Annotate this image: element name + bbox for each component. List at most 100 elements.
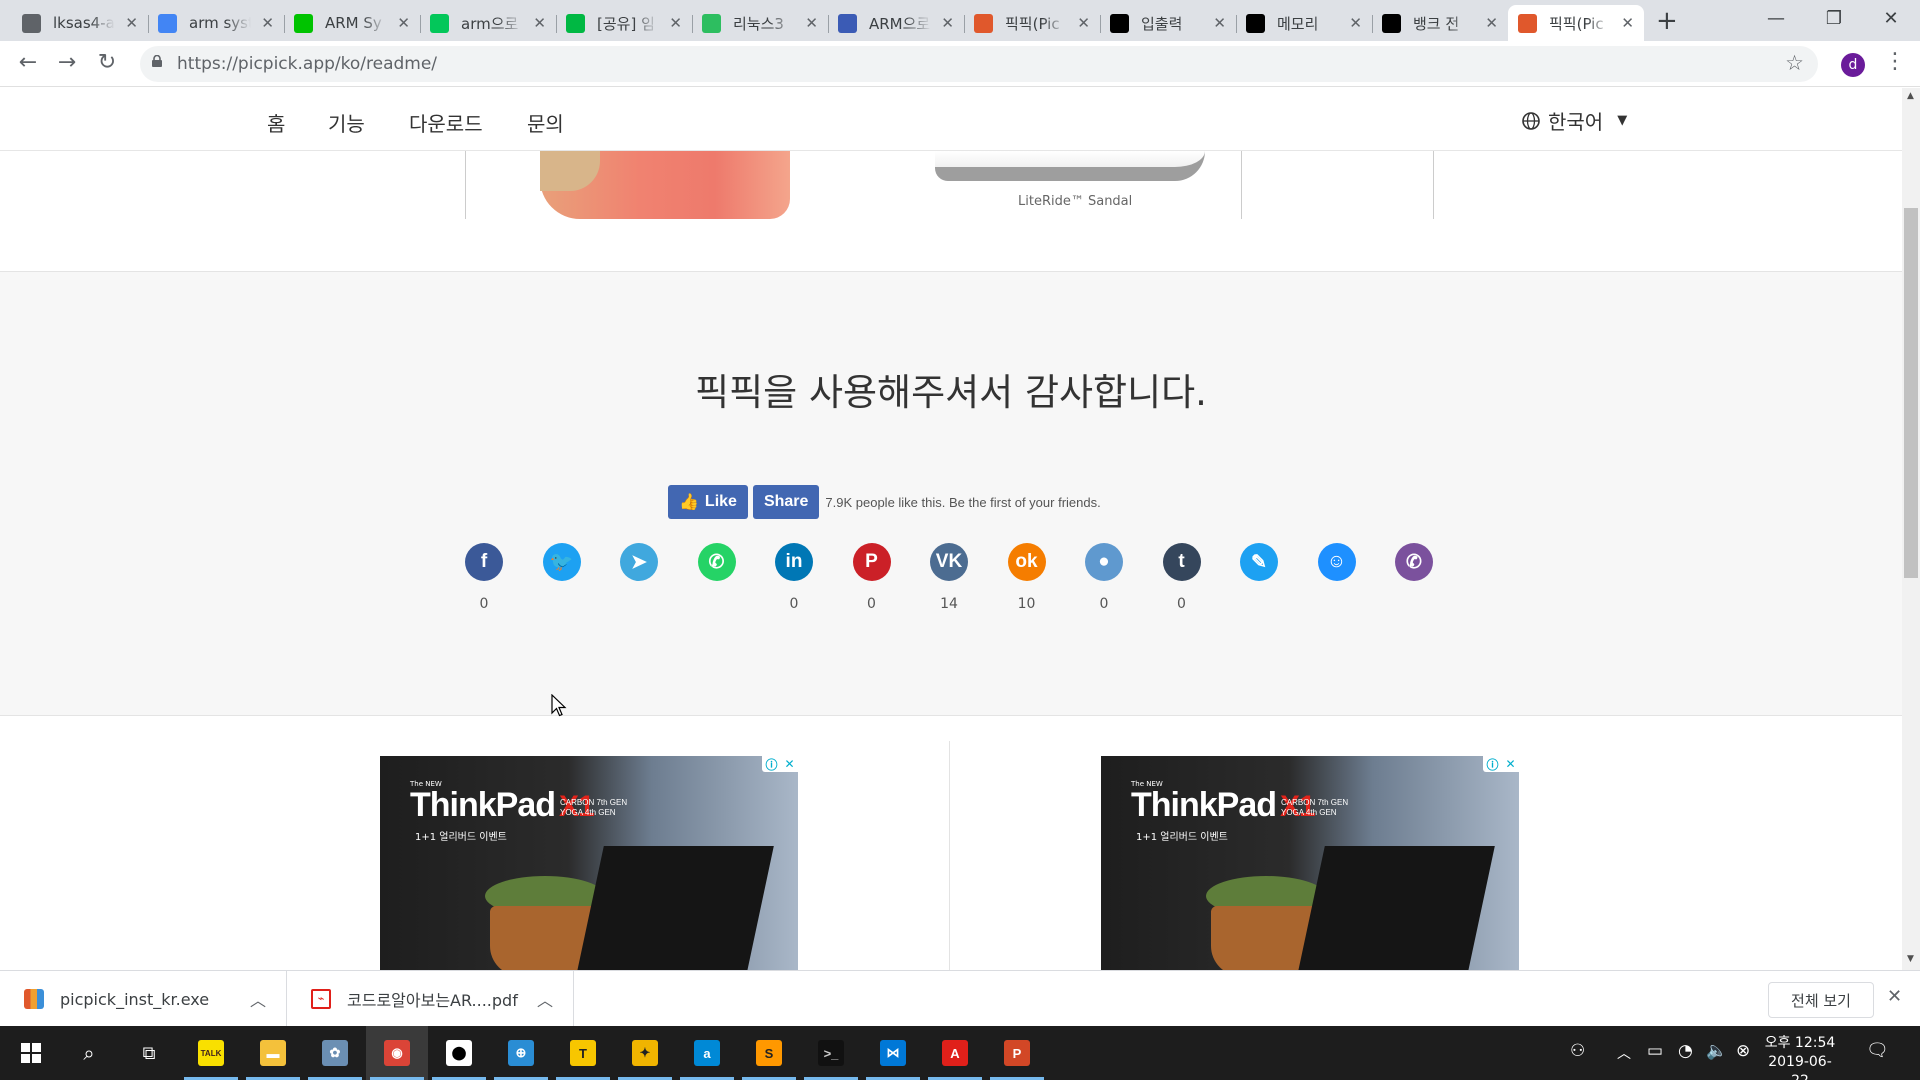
viber-share-icon[interactable]: ✆	[1395, 543, 1433, 581]
taskbar-paint[interactable]: ✿	[304, 1026, 366, 1080]
taskbar-powerpoint[interactable]: P	[986, 1026, 1048, 1080]
thinkpad-ad[interactable]: The NEW ThinkPad X1 CARBON 7th GEN YOGA 4…	[1101, 756, 1519, 970]
close-tab-icon[interactable]: ✕	[1077, 14, 1090, 32]
taskbar-azure-app[interactable]: a	[676, 1026, 738, 1080]
taskbar-text-editor[interactable]: T	[552, 1026, 614, 1080]
people-icon[interactable]: ⚇	[1570, 1041, 1585, 1061]
close-tab-icon[interactable]: ✕	[533, 14, 546, 32]
taskbar-sublime-text[interactable]: S	[738, 1026, 800, 1080]
ad-choices[interactable]: ⓘ ✕	[1483, 756, 1519, 772]
close-tab-icon[interactable]: ✕	[669, 14, 682, 32]
page-scrollbar[interactable]: ▲ ▼	[1902, 88, 1920, 970]
browser-tab[interactable]: lksas4-a ✕	[12, 5, 149, 41]
lock-icon[interactable]	[151, 55, 163, 67]
browser-tab[interactable]: ARM Sy ✕	[284, 5, 421, 41]
task-view-button[interactable]: ⧉	[118, 1026, 180, 1080]
show-all-downloads-button[interactable]: 전체 보기	[1768, 982, 1874, 1018]
browser-tab[interactable]: 뱅크 전 ✕	[1372, 5, 1508, 41]
input-method-icon[interactable]: ⊗	[1736, 1041, 1750, 1061]
thinkpad-ad[interactable]: The NEW ThinkPad X1 CARBON 7th GEN YOGA 4…	[380, 756, 798, 970]
url-text[interactable]: https://picpick.app/ko/readme/	[177, 54, 437, 74]
reddit-share-icon[interactable]: ●	[1085, 543, 1123, 581]
telegram-share-icon[interactable]: ➤	[620, 543, 658, 581]
system-clock[interactable]: 오후 12:54 2019-06-22	[1760, 1034, 1840, 1080]
browser-menu-icon[interactable]: ⋮	[1884, 49, 1906, 74]
start-button[interactable]	[0, 1026, 62, 1080]
pinterest-share-icon[interactable]: P	[852, 543, 891, 581]
nav-download[interactable]: 다운로드	[409, 108, 483, 137]
scroll-up-icon[interactable]: ▲	[1907, 91, 1914, 101]
taskbar-acrobat[interactable]: A	[924, 1026, 986, 1080]
close-tab-icon[interactable]: ✕	[941, 14, 954, 32]
taskbar-magnifier[interactable]: ⊕	[490, 1026, 552, 1080]
taskbar-github[interactable]: ⬤	[428, 1026, 490, 1080]
forward-button[interactable]: →	[53, 49, 81, 77]
taskbar-terminal[interactable]: >_	[800, 1026, 862, 1080]
twitter-share-icon[interactable]: 🐦	[542, 543, 581, 581]
download-item[interactable]: picpick_inst_kr.exe ︿	[0, 971, 287, 1027]
nav-features[interactable]: 기능	[328, 108, 365, 137]
taskbar-file-explorer[interactable]: ▬	[242, 1026, 304, 1080]
taskbar-vscode[interactable]: ⋈	[862, 1026, 924, 1080]
volume-icon[interactable]: 🔈	[1706, 1041, 1727, 1061]
close-tab-icon[interactable]: ✕	[805, 14, 818, 32]
ad-choices[interactable]: ⓘ ✕	[762, 756, 798, 772]
taskbar-kakaotalk[interactable]: TALK	[180, 1026, 242, 1080]
odnoklassniki-share-icon[interactable]: ok	[1007, 543, 1046, 581]
back-button[interactable]: ←	[14, 49, 42, 77]
close-tab-icon[interactable]: ✕	[261, 14, 274, 32]
address-bar[interactable]: https://picpick.app/ko/readme/ ☆	[140, 46, 1818, 82]
facebook-share-icon[interactable]: f	[465, 543, 503, 581]
nav-home[interactable]: 홈	[267, 108, 285, 137]
facebook-like-button[interactable]: 👍 Like	[668, 485, 748, 519]
browser-tab[interactable]: arm으로 ✕	[420, 5, 557, 41]
tumblr-share-icon[interactable]: t	[1162, 543, 1201, 581]
browser-tab[interactable]: 입출력 ✕	[1100, 5, 1237, 41]
profile-avatar[interactable]: d	[1841, 53, 1865, 77]
mailru-share-icon[interactable]: ☺	[1317, 543, 1356, 581]
facebook-share-button[interactable]: Share	[752, 485, 820, 519]
vk-share-icon[interactable]: VK	[930, 543, 968, 581]
linkedin-share-icon[interactable]: in	[775, 543, 813, 581]
close-tab-icon[interactable]: ✕	[1485, 14, 1498, 32]
notification-icon[interactable]: 🗨	[1866, 1040, 1889, 1061]
wifi-icon[interactable]: ◔	[1678, 1041, 1693, 1061]
whatsapp-share-icon[interactable]: ✆	[697, 543, 736, 581]
nav-contact[interactable]: 문의	[527, 108, 564, 137]
browser-tab[interactable]: arm syst ✕	[148, 5, 285, 41]
browser-tab[interactable]: 픽픽(Pic ✕	[1508, 5, 1644, 41]
scroll-thumb[interactable]	[1904, 208, 1918, 578]
battery-icon[interactable]: ▭	[1647, 1041, 1663, 1061]
close-window-button[interactable]: ✕	[1863, 4, 1919, 34]
close-tab-icon[interactable]: ✕	[1213, 14, 1226, 32]
browser-tab[interactable]: 리눅스3 ✕	[692, 5, 829, 41]
adchoices-icon[interactable]: ⓘ	[765, 756, 777, 773]
close-tab-icon[interactable]: ✕	[1349, 14, 1362, 32]
sandal-photo[interactable]	[935, 151, 1205, 181]
browser-tab[interactable]: [공유] 임 ✕	[556, 5, 693, 41]
bookmark-star-icon[interactable]: ☆	[1785, 51, 1804, 75]
close-tab-icon[interactable]: ✕	[1621, 14, 1634, 32]
scroll-down-icon[interactable]: ▼	[1907, 954, 1914, 964]
chevron-up-icon[interactable]: ︿	[1617, 1043, 1631, 1063]
reload-button[interactable]: ↻	[93, 49, 121, 77]
search-button[interactable]: ⌕	[58, 1026, 120, 1080]
adchoices-icon[interactable]: ⓘ	[1486, 756, 1498, 773]
browser-tab[interactable]: ARM으로 ✕	[828, 5, 965, 41]
livejournal-share-icon[interactable]: ✎	[1240, 543, 1278, 581]
chevron-up-icon[interactable]: ︿	[537, 987, 553, 1011]
close-tab-icon[interactable]: ✕	[397, 14, 410, 32]
close-icon[interactable]: ✕	[784, 757, 794, 771]
close-icon[interactable]: ✕	[1887, 986, 1902, 1007]
taskbar-puzzle-app[interactable]: ✦	[614, 1026, 676, 1080]
language-selector[interactable]: 한국어 ▼	[1522, 106, 1627, 135]
close-tab-icon[interactable]: ✕	[125, 14, 138, 32]
browser-tab[interactable]: 픽픽(Pic ✕	[964, 5, 1101, 41]
browser-tab[interactable]: 메모리 ✕	[1236, 5, 1373, 41]
new-tab-button[interactable]: +	[1656, 6, 1678, 36]
minimize-button[interactable]: —	[1748, 4, 1804, 34]
download-item[interactable]: ⌁ 코드로알아보는AR....pdf ︿	[287, 971, 574, 1027]
chevron-up-icon[interactable]: ︿	[250, 987, 266, 1011]
restore-button[interactable]: ❐	[1806, 4, 1862, 34]
close-icon[interactable]: ✕	[1505, 757, 1515, 771]
